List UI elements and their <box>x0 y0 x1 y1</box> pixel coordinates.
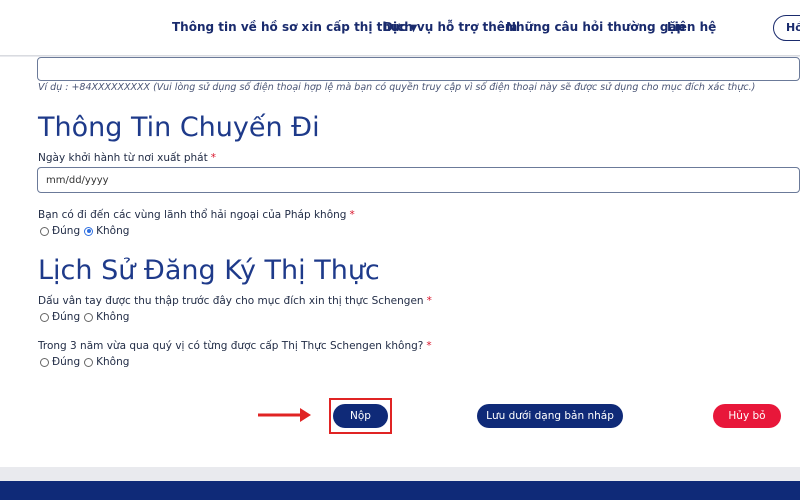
required-marker: * <box>349 209 355 221</box>
phone-hint: Ví dụ : +84XXXXXXXXX (Vui lòng sử dụng s… <box>38 82 756 93</box>
previous-visa-no-label: Không <box>96 356 130 368</box>
overseas-no-label: Không <box>96 225 130 237</box>
annotation-arrow-icon <box>258 408 311 422</box>
required-marker: * <box>210 152 216 164</box>
phone-input[interactable] <box>37 57 800 81</box>
application-form: Ví dụ : +84XXXXXXXXX (Vui lòng sử dụng s… <box>0 57 800 467</box>
departure-date-label-text: Ngày khởi hành từ nơi xuất phát <box>38 152 208 164</box>
required-marker: * <box>426 295 432 307</box>
overseas-territories-label-text: Bạn có đi đến các vùng lãnh thổ hải ngoạ… <box>38 209 347 221</box>
previous-visa-label-text: Trong 3 năm vừa qua quý vị có từng được … <box>38 340 424 352</box>
site-header: Thông tin về hồ sơ xin cấp thị thực ▼ Dịc… <box>0 0 800 56</box>
overseas-territories-label: Bạn có đi đến các vùng lãnh thổ hải ngoạ… <box>38 209 355 221</box>
submit-button[interactable]: Nộp <box>333 404 388 428</box>
nav-item-label: Dịch vụ hỗ trợ thêm <box>383 20 518 34</box>
departure-date-placeholder: mm/dd/yyyy <box>46 175 109 186</box>
cancel-button[interactable]: Hủy bỏ <box>713 404 781 428</box>
trip-info-title: Thông Tin Chuyến Đi <box>38 112 320 143</box>
header-account-button[interactable]: Hồ <box>773 15 800 41</box>
fingerprints-no-label: Không <box>96 311 130 323</box>
fingerprints-label: Dấu vân tay được thu thập trước đây cho … <box>38 295 432 307</box>
visa-history-title: Lịch Sử Đăng Ký Thị Thực <box>38 255 380 286</box>
nav-item-contact[interactable]: Liên hệ <box>667 20 716 34</box>
departure-date-input[interactable]: mm/dd/yyyy <box>37 167 800 193</box>
nav-item-label: Thông tin về hồ sơ xin cấp thị thực <box>172 20 407 34</box>
previous-visa-label: Trong 3 năm vừa qua quý vị có từng được … <box>38 340 432 352</box>
overseas-no-radio[interactable] <box>84 226 94 236</box>
fingerprints-options: Đúng Không <box>40 311 133 323</box>
footer-bar <box>0 481 800 500</box>
departure-date-label: Ngày khởi hành từ nơi xuất phát * <box>38 152 216 164</box>
fingerprints-yes-radio[interactable] <box>40 312 49 322</box>
previous-visa-yes-label: Đúng <box>52 356 81 368</box>
overseas-yes-label: Đúng <box>52 225 81 237</box>
nav-item-visa-info[interactable]: Thông tin về hồ sơ xin cấp thị thực ▼ <box>172 20 417 34</box>
fingerprints-no-radio[interactable] <box>84 312 94 322</box>
required-marker: * <box>426 340 432 352</box>
previous-visa-yes-radio[interactable] <box>40 357 49 367</box>
previous-visa-no-radio[interactable] <box>84 357 94 367</box>
save-draft-button[interactable]: Lưu dưới dạng bản nháp <box>477 404 623 428</box>
header-account-button-label: Hồ <box>786 21 800 34</box>
nav-item-label: Liên hệ <box>667 20 717 34</box>
overseas-territories-options: Đúng Không <box>40 225 133 237</box>
previous-visa-options: Đúng Không <box>40 356 133 368</box>
nav-item-label: Những câu hỏi thường gặp <box>506 20 686 34</box>
fingerprints-yes-label: Đúng <box>52 311 81 323</box>
fingerprints-label-text: Dấu vân tay được thu thập trước đây cho … <box>38 295 424 307</box>
overseas-yes-radio[interactable] <box>40 226 49 236</box>
nav-item-faq[interactable]: Những câu hỏi thường gặp <box>506 20 685 34</box>
nav-item-additional-services[interactable]: Dịch vụ hỗ trợ thêm <box>383 20 517 34</box>
